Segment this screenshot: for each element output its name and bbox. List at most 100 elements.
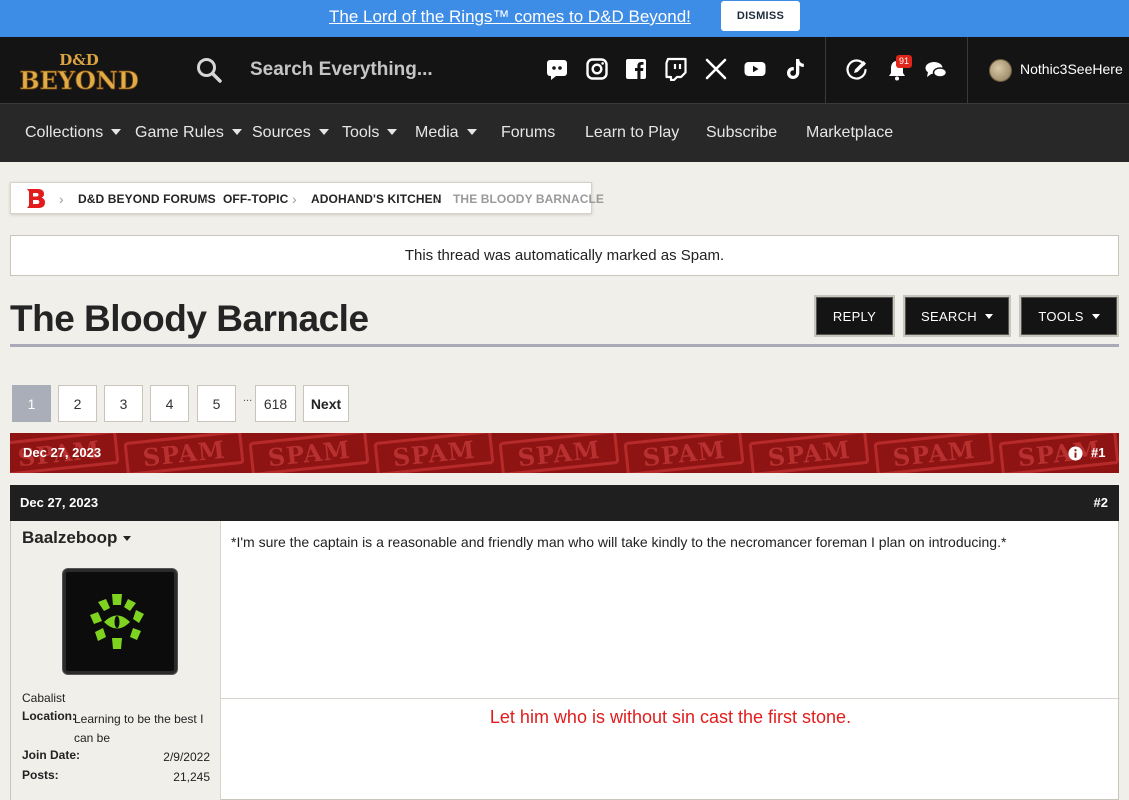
chevron-down-icon <box>111 129 122 135</box>
spam-post-date: Dec 27, 2023 <box>23 445 102 460</box>
breadcrumb-forums[interactable]: D&D BEYOND FORUMS <box>78 192 216 206</box>
compose-icon[interactable] <box>845 58 869 82</box>
chevron-down-icon <box>123 536 132 541</box>
main-nav: Collections Game Rules Sources Tools Med… <box>0 103 1129 162</box>
logo-bottom-text: BEYOND <box>19 66 138 93</box>
search-input[interactable] <box>250 55 520 85</box>
page-5-button[interactable]: 5 <box>197 385 236 422</box>
chevron-right-icon: › <box>434 191 439 207</box>
nav-label: Learn to Play <box>585 124 680 141</box>
breadcrumb-adohands-kitchen[interactable]: ADOHAND'S KITCHEN <box>311 192 442 206</box>
thread-tools-button[interactable]: TOOLS <box>1021 297 1117 335</box>
location-label: Location: <box>22 709 76 723</box>
nav-learn-to-play[interactable]: Learn to Play <box>585 124 679 142</box>
post-number[interactable]: #2 <box>1094 495 1108 510</box>
twitch-icon[interactable] <box>664 57 688 81</box>
youtube-icon[interactable] <box>743 57 767 81</box>
nav-subscribe[interactable]: Subscribe <box>706 124 777 142</box>
breadcrumb: › D&D BEYOND FORUMS › OFF-TOPIC › ADOHAN… <box>10 182 604 214</box>
nav-label: Subscribe <box>706 124 778 141</box>
spam-stamp: SPAM <box>748 433 870 473</box>
post-header: Dec 27, 2023 #2 <box>10 485 1119 521</box>
info-icon[interactable] <box>1068 446 1083 461</box>
chevron-right-icon: › <box>59 191 64 207</box>
spam-stamp: SPAM <box>248 433 370 473</box>
search-icon[interactable] <box>196 57 222 83</box>
tools-label: TOOLS <box>1038 308 1084 324</box>
post-author-column: Baalzeboop Cabalist Location: Learning t… <box>11 521 221 800</box>
nav-media[interactable]: Media <box>415 124 477 142</box>
chevron-down-icon <box>466 129 477 135</box>
author-join-date: 2/9/2022 <box>163 750 210 764</box>
author-rank: Cabalist <box>22 691 66 705</box>
nav-label: Game Rules <box>135 124 224 141</box>
nav-collections[interactable]: Collections <box>25 124 122 142</box>
chevron-down-icon <box>984 313 993 319</box>
spam-stamp: SPAM <box>623 433 745 473</box>
nav-forums[interactable]: Forums <box>501 124 555 142</box>
chevron-down-icon <box>387 129 398 135</box>
spam-stamp: SPAM <box>498 433 620 473</box>
author-name: Baalzeboop <box>22 528 118 547</box>
nav-tools[interactable]: Tools <box>342 124 398 142</box>
chevron-right-icon: › <box>204 191 209 207</box>
green-eye-icon <box>90 594 144 649</box>
spam-stamp: SPAM <box>873 433 995 473</box>
dismiss-button[interactable]: DISMISS <box>721 1 800 31</box>
notification-count-badge: 91 <box>896 55 912 68</box>
page-3-button[interactable]: 3 <box>104 385 143 422</box>
author-post-count: 21,245 <box>173 770 210 784</box>
page-1-button[interactable]: 1 <box>12 385 51 422</box>
spam-stamp: SPAM <box>373 433 495 473</box>
instagram-icon[interactable] <box>585 57 609 81</box>
page-title: The Bloody Barnacle <box>10 298 369 339</box>
pagination-ellipsis: ... <box>243 392 253 404</box>
nav-label: Sources <box>252 124 311 141</box>
username-label[interactable]: Nothic3SeeHere <box>1020 61 1123 77</box>
posts-label: Posts: <box>22 768 59 782</box>
next-page-button[interactable]: Next <box>303 385 349 422</box>
reply-button[interactable]: REPLY <box>816 297 893 335</box>
nav-label: Forums <box>501 124 556 141</box>
x-icon[interactable] <box>704 57 728 81</box>
post-date: Dec 27, 2023 <box>20 495 99 510</box>
breadcrumb-off-topic[interactable]: OFF-TOPIC <box>223 192 288 206</box>
dnd-beyond-b-logo-icon[interactable] <box>25 187 47 209</box>
nav-sources[interactable]: Sources <box>252 124 329 142</box>
discord-icon[interactable] <box>545 57 569 81</box>
user-signature: Let him who is without sin cast the firs… <box>489 707 852 727</box>
search-label: SEARCH <box>921 308 977 324</box>
chevron-right-icon: › <box>292 191 297 207</box>
page-last-button[interactable]: 618 <box>255 385 296 422</box>
page-2-button[interactable]: 2 <box>58 385 97 422</box>
announcement-link[interactable]: The Lord of the Rings™ comes to D&D Beyo… <box>329 7 691 27</box>
nav-label: Media <box>415 124 459 141</box>
join-date-label: Join Date: <box>22 748 81 762</box>
breadcrumb-current-thread: THE BLOODY BARNACLE <box>453 192 605 206</box>
top-header: D&D BEYOND 91 <box>0 37 1129 103</box>
dnd-beyond-logo[interactable]: D&D BEYOND <box>14 49 144 93</box>
author-name-dropdown[interactable]: Baalzeboop <box>22 528 132 548</box>
header-divider <box>967 37 968 103</box>
chat-bubbles-icon[interactable] <box>924 58 948 82</box>
reply-label: REPLY <box>832 308 877 324</box>
signature-divider <box>221 698 1120 699</box>
chevron-down-icon <box>231 129 242 135</box>
chevron-down-icon <box>1091 313 1100 319</box>
tiktok-icon[interactable] <box>783 57 807 81</box>
author-avatar[interactable] <box>63 569 177 674</box>
nav-label: Tools <box>342 124 380 141</box>
nav-marketplace[interactable]: Marketplace <box>806 124 893 142</box>
page-4-button[interactable]: 4 <box>150 385 189 422</box>
nav-game-rules[interactable]: Game Rules <box>135 124 242 142</box>
nav-label: Marketplace <box>806 124 894 141</box>
title-divider <box>10 344 1119 347</box>
nav-label: Collections <box>25 124 104 141</box>
spam-post-number[interactable]: #1 <box>1091 445 1105 460</box>
spam-stamp: SPAM <box>123 433 245 473</box>
user-avatar[interactable] <box>989 59 1012 82</box>
post-content: *I'm sure the captain is a reasonable an… <box>231 534 1007 550</box>
thread-search-button[interactable]: SEARCH <box>905 297 1009 335</box>
facebook-icon[interactable] <box>624 57 648 81</box>
author-location: Learning to be the best I can be <box>74 712 204 745</box>
